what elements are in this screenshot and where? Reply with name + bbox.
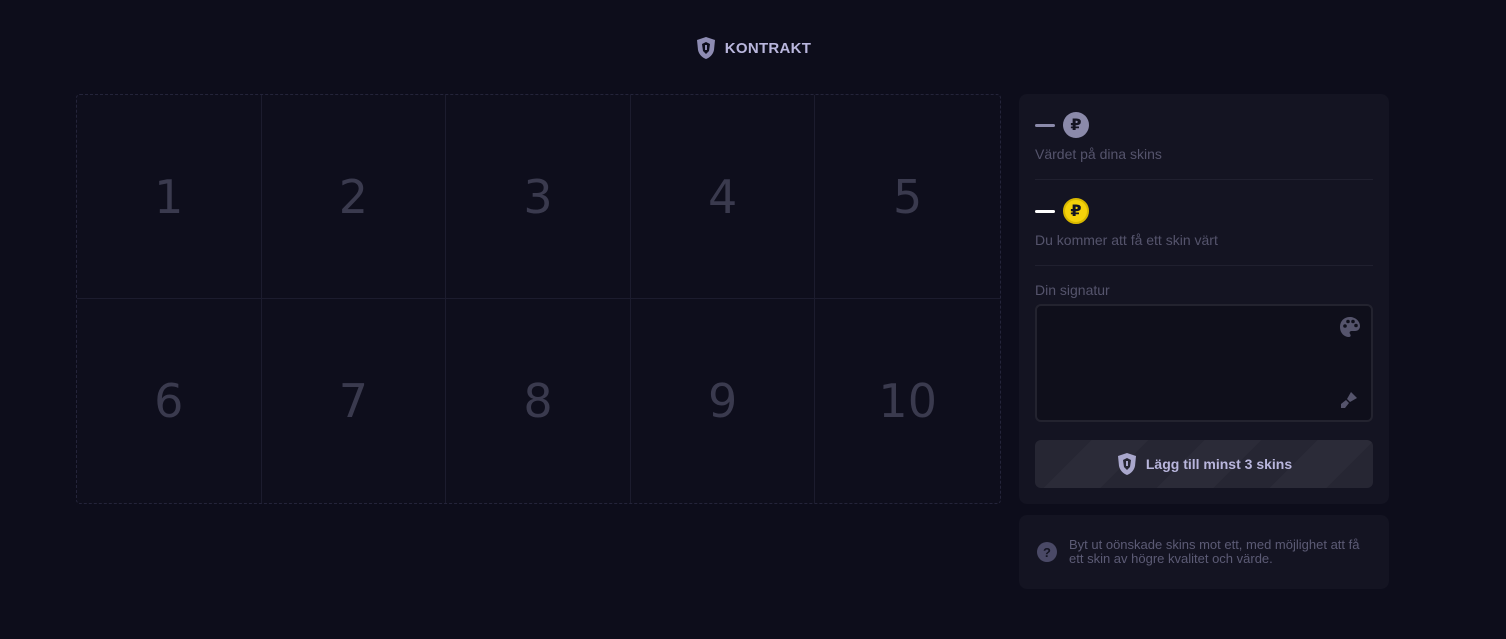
brush-icon[interactable] [1339,390,1359,410]
slot-number: 6 [154,374,184,428]
skins-value-block: ₽ Värdet på dina skins [1035,94,1373,180]
add-skins-button-label: Lägg till minst 3 skins [1145,456,1293,472]
contract-slots-grid: 1 2 3 4 5 6 7 8 9 10 [76,94,1001,504]
contract-slot-3[interactable]: 3 [446,95,631,299]
slot-number: 8 [523,374,553,428]
receive-value-row: ₽ [1035,198,1373,224]
contract-slot-9[interactable]: 9 [631,299,816,503]
contract-page: KONTRAKT 1 2 3 4 5 6 7 8 9 10 ₽ Värdet p… [0,0,1506,639]
info-box: ? Byt ut oönskade skins mot ett, med möj… [1019,515,1389,589]
slot-number: 2 [338,169,369,224]
receive-value-block: ₽ Du kommer att få ett skin värt [1035,180,1373,266]
slot-number: 10 [878,374,937,428]
signature-label: Din signatur [1035,282,1110,298]
skins-value-row: ₽ [1035,112,1373,138]
info-text: Byt ut oönskade skins mot ett, med möjli… [1069,537,1360,566]
contract-slot-6[interactable]: 6 [77,299,262,503]
slot-number: 9 [707,374,738,428]
shield-icon [696,37,715,59]
ruble-coin-icon: ₽ [1063,112,1089,138]
skins-value-label: Värdet på dina skins [1035,146,1162,162]
slot-number: 5 [893,169,923,224]
slot-number: 1 [154,169,184,224]
contract-slot-5[interactable]: 5 [815,95,1000,299]
contract-slot-8[interactable]: 8 [446,299,631,503]
shield-icon [1117,453,1136,475]
contract-slot-4[interactable]: 4 [630,95,816,299]
receive-value-placeholder-dash [1035,209,1055,213]
slot-number: 7 [338,374,369,428]
signature-canvas[interactable] [1035,304,1373,422]
add-skins-button[interactable]: Lägg till minst 3 skins [1035,440,1373,488]
slot-number: 4 [707,169,738,224]
slot-number: 3 [523,169,553,224]
receive-value-label: Du kommer att få ett skin värt [1035,232,1218,248]
contract-slot-7[interactable]: 7 [262,299,447,503]
palette-icon[interactable] [1339,316,1361,338]
page-header: KONTRAKT [0,36,1506,60]
contract-slot-10[interactable]: 10 [815,299,1000,503]
contract-panel: ₽ Värdet på dina skins ₽ Du kommer att f… [1019,94,1389,504]
contract-slot-1[interactable]: 1 [77,95,262,299]
ruble-coin-icon: ₽ [1063,198,1089,224]
skins-value-placeholder-dash [1035,123,1055,127]
contract-slot-2[interactable]: 2 [261,95,447,299]
help-icon[interactable]: ? [1037,542,1057,562]
page-title: KONTRAKT [724,39,812,57]
